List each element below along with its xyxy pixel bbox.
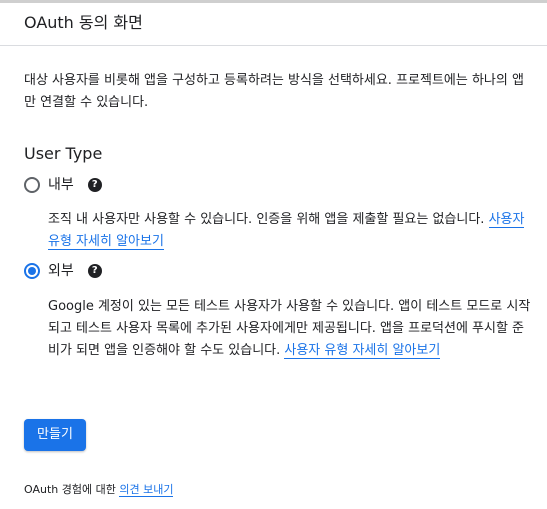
internal-description-text: 조직 내 사용자만 사용할 수 있습니다. 인증을 위해 앱을 제출할 필요는 …: [48, 212, 485, 227]
radio-option-external[interactable]: 외부 ?: [24, 261, 102, 281]
radio-internal[interactable]: [24, 177, 40, 193]
radio-internal-label: 내부: [48, 177, 74, 193]
feedback-text: OAuth 경험에 대한: [24, 483, 116, 496]
learn-more-link-external[interactable]: 사용자 유형 자세히 알아보기: [284, 343, 441, 359]
user-type-title: User Type: [24, 144, 103, 163]
header: OAuth 동의 화면: [0, 3, 547, 46]
page-title: OAuth 동의 화면: [24, 13, 143, 32]
radio-option-internal[interactable]: 내부 ?: [24, 175, 102, 195]
feedback-line: OAuth 경험에 대한 의견 보내기: [24, 481, 174, 499]
create-button[interactable]: 만들기: [24, 419, 86, 451]
external-description: Google 계정이 있는 모든 테스트 사용자가 사용할 수 있습니다. 앱이…: [48, 296, 532, 362]
question-circle-icon[interactable]: ?: [87, 178, 102, 192]
send-feedback-link[interactable]: 의견 보내기: [119, 483, 174, 497]
page-description: 대상 사용자를 비롯해 앱을 구성하고 등록하려는 방식을 선택하세요. 프로젝…: [24, 73, 524, 110]
question-circle-icon[interactable]: ?: [87, 264, 102, 278]
radio-external[interactable]: [24, 263, 40, 279]
internal-description: 조직 내 사용자만 사용할 수 있습니다. 인증을 위해 앱을 제출할 필요는 …: [48, 209, 532, 253]
radio-external-label: 외부: [48, 263, 74, 279]
